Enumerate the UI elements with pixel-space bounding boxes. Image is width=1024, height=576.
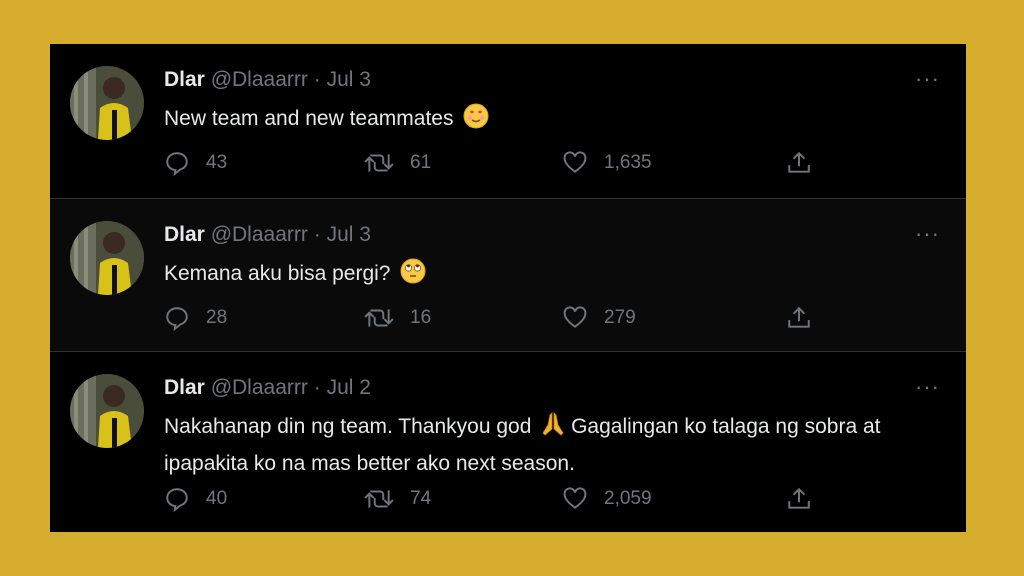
tweet-header: Dlar @Dlaaarrr · Jul 3 [164, 223, 371, 247]
retweet-button[interactable]: 74 [364, 484, 431, 514]
tweet-text-content: Kemana aku bisa pergi? [164, 262, 391, 285]
separator: · [313, 223, 321, 246]
tweet-actions: 43 61 1,635 [164, 148, 814, 178]
tweet-text: Kemana aku bisa pergi? [164, 257, 954, 294]
heart-icon [563, 487, 587, 509]
more-options-icon[interactable]: ··· [915, 374, 940, 400]
tweet-text-content: Nakahanap din ng team. Thankyou god [164, 415, 532, 438]
retweet-count: 16 [410, 307, 432, 328]
display-name[interactable]: Dlar [164, 223, 205, 246]
like-button[interactable]: 2,059 [562, 484, 652, 514]
folded-hands-icon [541, 411, 565, 447]
tweet-text-content: New team and new teammates [164, 107, 454, 130]
tweet-date[interactable]: Jul 3 [327, 223, 371, 246]
reply-icon [166, 488, 188, 512]
tweet-feed: Dlar @Dlaaarrr · Jul 3 ··· New team and … [50, 44, 966, 532]
tweet-actions: 28 16 279 [164, 303, 814, 333]
share-icon [788, 306, 810, 328]
tweet-2[interactable]: Dlar @Dlaaarrr · Jul 3 ··· Kemana aku bi… [50, 199, 966, 351]
tweet-date[interactable]: Jul 3 [327, 68, 371, 91]
retweet-button[interactable]: 61 [364, 148, 431, 178]
handle[interactable]: @Dlaaarrr [211, 376, 308, 399]
avatar-image [70, 221, 144, 295]
tweet-actions: 40 74 2,059 [164, 484, 814, 514]
retweet-icon [364, 490, 394, 508]
share-button[interactable] [786, 148, 828, 178]
tweet-date[interactable]: Jul 2 [327, 376, 371, 399]
more-options-icon[interactable]: ··· [915, 221, 940, 247]
retweet-icon [364, 309, 394, 327]
reply-count: 43 [206, 152, 228, 173]
face-with-rolling-eyes-icon [400, 258, 426, 294]
avatar[interactable] [70, 374, 144, 448]
tweet-1[interactable]: Dlar @Dlaaarrr · Jul 3 ··· New team and … [50, 44, 966, 198]
share-icon [788, 151, 810, 173]
reply-button[interactable]: 40 [164, 484, 227, 514]
like-button[interactable]: 1,635 [562, 148, 652, 178]
smiling-face-with-heart-eyes-icon [463, 103, 489, 139]
handle[interactable]: @Dlaaarrr [211, 68, 308, 91]
tweet-header: Dlar @Dlaaarrr · Jul 2 [164, 376, 371, 400]
avatar-image [70, 66, 144, 140]
display-name[interactable]: Dlar [164, 68, 205, 91]
avatar-image [70, 374, 144, 448]
share-button[interactable] [786, 303, 828, 333]
tweet-text: New team and new teammates [164, 102, 954, 139]
like-count: 2,059 [604, 488, 652, 509]
separator: · [313, 68, 321, 91]
reply-count: 40 [206, 488, 228, 509]
retweet-count: 61 [410, 152, 432, 173]
separator: · [313, 376, 321, 399]
retweet-icon [364, 154, 394, 172]
reply-button[interactable]: 28 [164, 303, 227, 333]
heart-icon [563, 151, 587, 173]
tweet-3[interactable]: Dlar @Dlaaarrr · Jul 2 ··· Nakahanap din… [50, 352, 966, 532]
share-button[interactable] [786, 484, 828, 514]
share-icon [788, 487, 810, 509]
handle[interactable]: @Dlaaarrr [211, 223, 308, 246]
reply-count: 28 [206, 307, 228, 328]
more-options-icon[interactable]: ··· [915, 66, 940, 92]
reply-icon [166, 152, 188, 176]
display-name[interactable]: Dlar [164, 376, 205, 399]
avatar[interactable] [70, 221, 144, 295]
retweet-count: 74 [410, 488, 432, 509]
retweet-button[interactable]: 16 [364, 303, 431, 333]
like-count: 279 [604, 307, 636, 328]
like-button[interactable]: 279 [562, 303, 636, 333]
heart-icon [563, 306, 587, 328]
like-count: 1,635 [604, 152, 652, 173]
tweet-header: Dlar @Dlaaarrr · Jul 3 [164, 68, 371, 92]
tweet-text: Nakahanap din ng team. Thankyou god Gaga… [164, 410, 954, 480]
reply-button[interactable]: 43 [164, 148, 227, 178]
avatar[interactable] [70, 66, 144, 140]
reply-icon [166, 307, 188, 331]
